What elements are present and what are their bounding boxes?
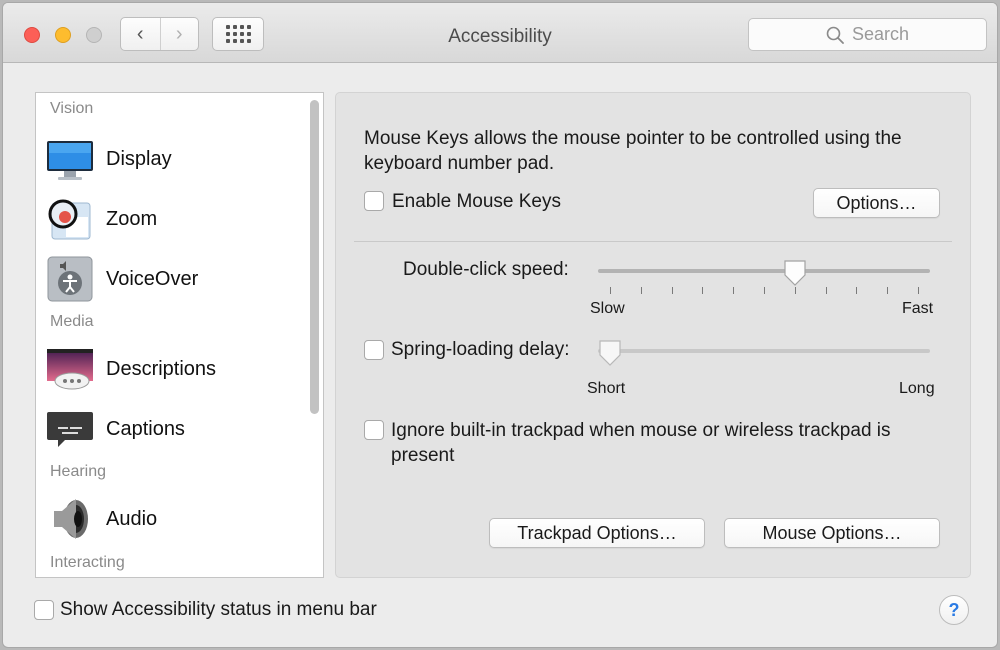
slider-min-label: Slow [590, 300, 625, 317]
options-button[interactable]: Options… [813, 188, 940, 218]
slider-tick [671, 287, 673, 294]
sidebar-list[interactable]: Vision Display Zoom VoiceOver Media Desc… [35, 92, 324, 578]
sidebar-item-audio[interactable]: Audio [46, 493, 306, 545]
slider-tick [640, 287, 642, 294]
sidebar-item-label: Zoom [106, 207, 158, 230]
sidebar-item-label: Descriptions [106, 357, 217, 380]
sidebar-item-captions[interactable]: Captions [46, 403, 306, 455]
sidebar-item-label: VoiceOver [106, 267, 199, 290]
section-divider [354, 241, 952, 242]
section-header-interacting: Interacting [50, 554, 125, 571]
show-status-in-menu-bar-checkbox[interactable] [34, 600, 54, 620]
mouse-options-button[interactable]: Mouse Options… [724, 518, 940, 548]
slider-tick [610, 287, 611, 294]
zoom-icon [46, 195, 94, 243]
sidebar-item-display[interactable]: Display [46, 133, 306, 185]
sidebar-item-label: Audio [106, 507, 158, 530]
scrollbar-thumb[interactable] [310, 100, 319, 414]
voiceover-icon [46, 255, 94, 303]
slider-tick [702, 287, 704, 294]
sidebar-item-label: Display [106, 147, 172, 170]
double-click-speed-slider-thumb[interactable] [783, 259, 807, 287]
trackpad-options-button[interactable]: Trackpad Options… [489, 518, 705, 548]
spring-loading-delay-label: Spring-loading delay: [391, 339, 570, 360]
descriptions-icon [46, 345, 94, 393]
sidebar-item-descriptions[interactable]: Descriptions [46, 343, 306, 395]
double-click-speed-slider[interactable] [598, 269, 930, 273]
slider-tick [794, 287, 796, 294]
show-status-in-menu-bar-label: Show Accessibility status in menu bar [60, 599, 377, 620]
captions-icon [46, 405, 94, 453]
mouse-keys-pane: Mouse Keys allows the mouse pointer to b… [335, 92, 971, 578]
slider-min-label: Short [587, 380, 626, 397]
spring-loading-delay-slider-thumb[interactable] [598, 339, 622, 367]
slider-tick [918, 287, 919, 294]
enable-mouse-keys-checkbox[interactable] [364, 191, 384, 211]
double-click-speed-label: Double-click speed: [403, 259, 569, 280]
section-header-media: Media [50, 313, 94, 330]
help-button[interactable]: ? [939, 595, 969, 625]
sidebar-scrollbar[interactable] [307, 95, 321, 575]
search-input[interactable]: Search [748, 18, 987, 51]
slider-tick [764, 287, 765, 294]
search-placeholder: Search [851, 24, 910, 44]
slider-tick [733, 287, 735, 294]
enable-mouse-keys-label: Enable Mouse Keys [392, 191, 561, 212]
section-header-vision: Vision [50, 100, 94, 117]
display-icon [46, 135, 94, 183]
sidebar-item-label: Captions [106, 417, 185, 440]
question-mark-icon: ? [948, 599, 960, 620]
slider-max-label: Fast [902, 300, 934, 317]
section-header-hearing: Hearing [50, 463, 107, 480]
mouse-keys-description: Mouse Keys allows the mouse pointer to b… [364, 128, 902, 174]
audio-icon [46, 495, 94, 543]
spring-loading-delay-slider[interactable] [598, 349, 930, 353]
slider-max-label: Long [899, 380, 935, 397]
sidebar-item-zoom[interactable]: Zoom [46, 193, 306, 245]
slider-tick [887, 287, 889, 294]
sidebar-item-voiceover[interactable]: VoiceOver [46, 253, 306, 305]
preferences-window: ‹ › Accessibility Search Vision Display … [2, 2, 998, 648]
spring-loading-checkbox[interactable] [364, 340, 384, 360]
ignore-trackpad-checkbox[interactable] [364, 420, 384, 440]
slider-tick [856, 287, 858, 294]
search-icon [826, 26, 844, 44]
title-bar: ‹ › Accessibility Search [3, 3, 997, 63]
ignore-trackpad-label: Ignore built-in trackpad when mouse or w… [391, 420, 891, 466]
slider-tick [825, 287, 827, 294]
